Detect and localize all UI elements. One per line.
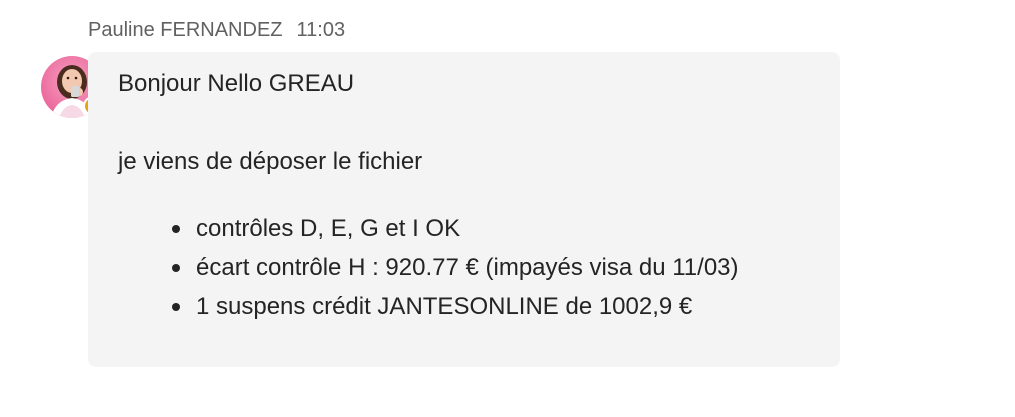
bullet-icon xyxy=(172,303,180,311)
list-item: contrôles D, E, G et I OK xyxy=(170,212,739,251)
message-greeting: Bonjour Nello GREAU xyxy=(118,70,355,97)
message-bullet-list: contrôles D, E, G et I OK écart contrôle… xyxy=(170,212,739,329)
message-bubble[interactable]: Bonjour Nello GREAU je viens de déposer … xyxy=(88,52,840,367)
list-item-text: contrôles D, E, G et I OK xyxy=(196,215,461,242)
list-item-text: écart contrôle H : 920.77 € (impayés vis… xyxy=(196,254,739,281)
list-item-text: 1 suspens crédit JANTESONLINE de 1002,9 … xyxy=(196,293,693,320)
bullet-icon xyxy=(172,225,180,233)
message-intro: je viens de déposer le fichier xyxy=(118,148,423,175)
message-timestamp: 11:03 xyxy=(296,19,346,41)
bullet-icon xyxy=(172,264,180,272)
message-header: Pauline FERNANDEZ 11:03 xyxy=(88,19,345,42)
sender-name[interactable]: Pauline FERNANDEZ xyxy=(88,19,283,41)
chat-message-thread: Pauline FERNANDEZ 11:03 Bonjour Nello GR… xyxy=(0,0,1015,417)
list-item: écart contrôle H : 920.77 € (impayés vis… xyxy=(170,251,739,290)
list-item: 1 suspens crédit JANTESONLINE de 1002,9 … xyxy=(170,290,739,329)
